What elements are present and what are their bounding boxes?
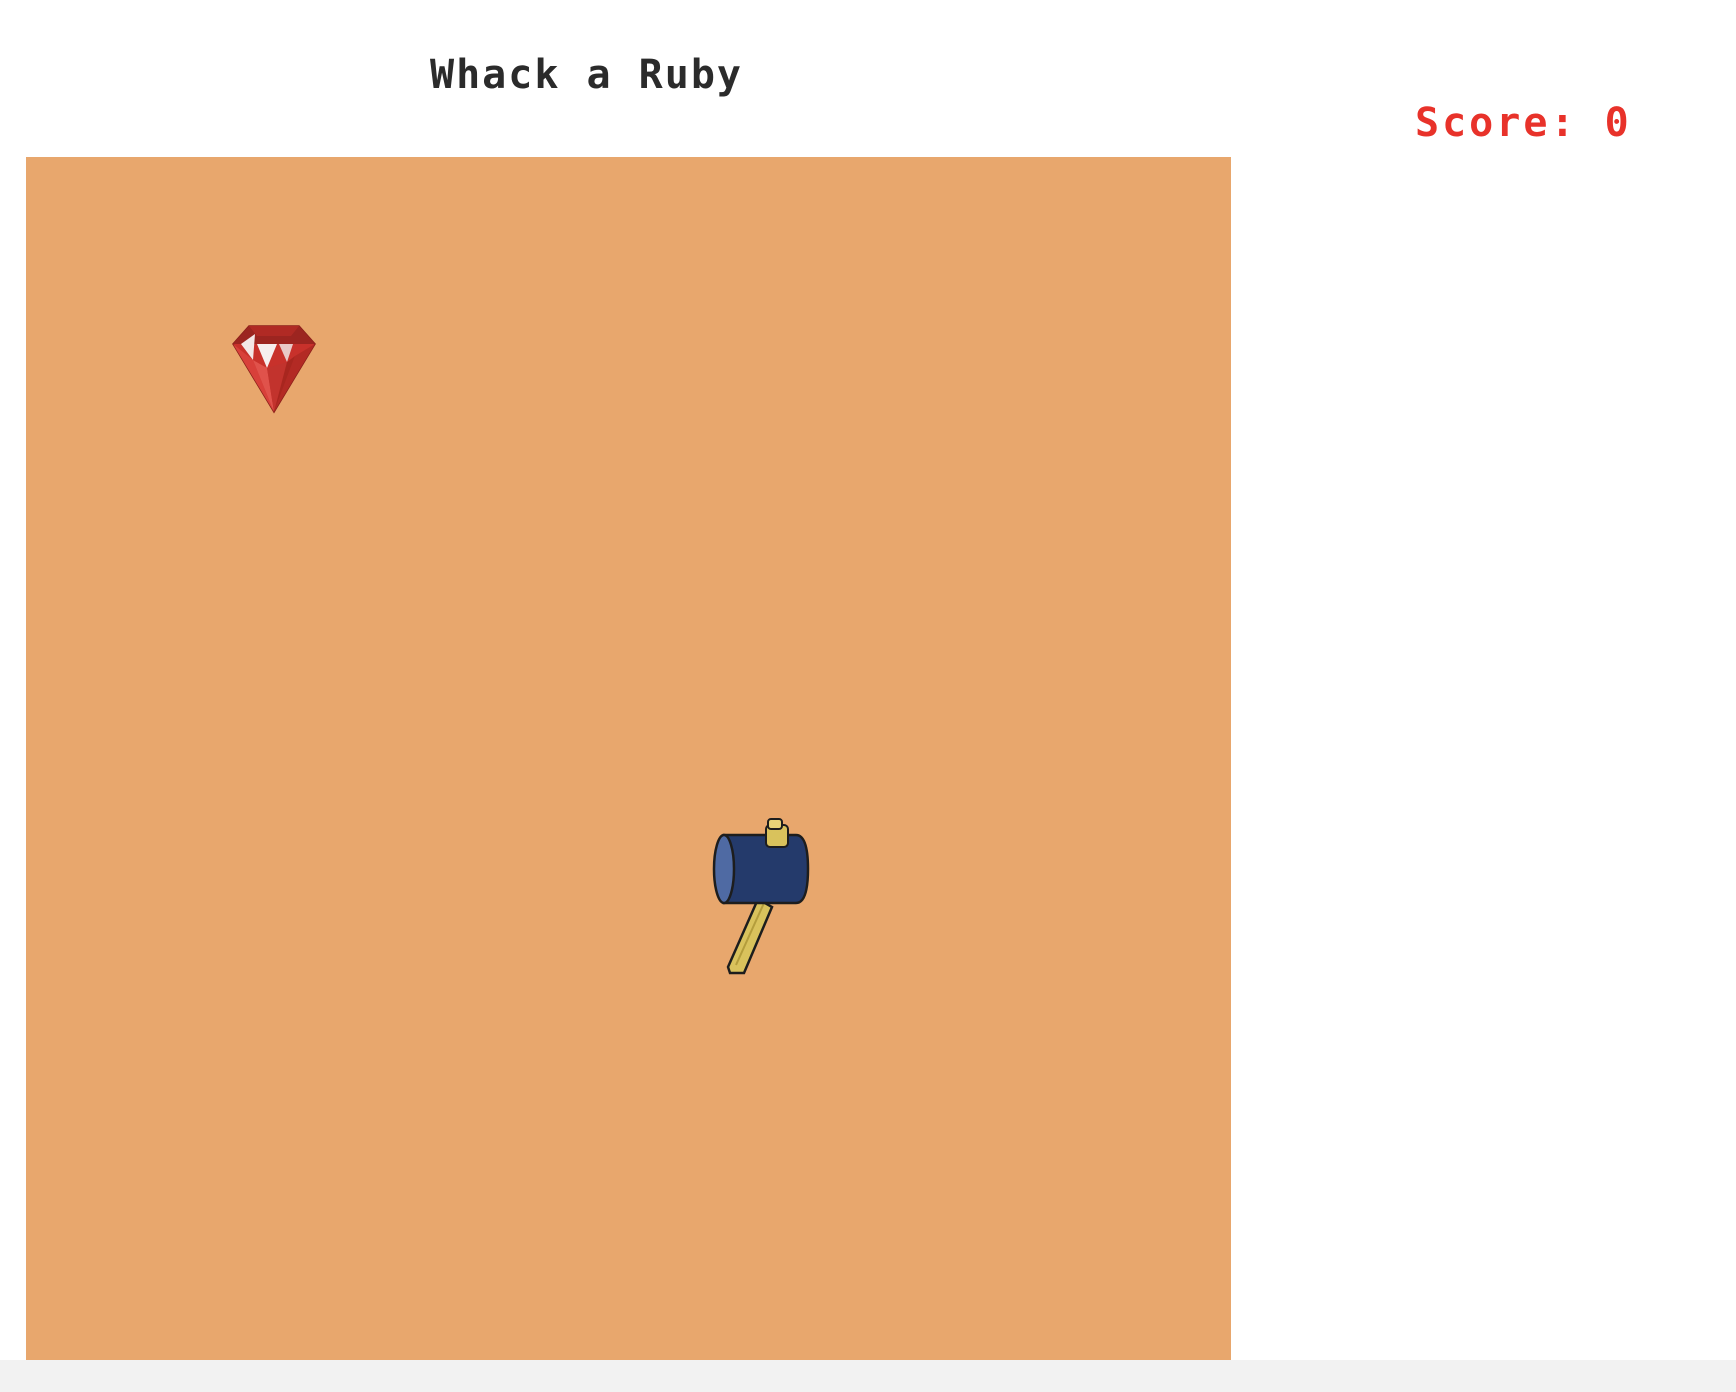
game-page: Whack a Ruby Score: 0 bbox=[0, 0, 1736, 1392]
browser-bottom-bar bbox=[0, 1360, 1736, 1392]
ruby-gem-icon[interactable] bbox=[219, 316, 329, 420]
game-title: Whack a Ruby bbox=[430, 52, 743, 98]
score-label: Score: bbox=[1415, 100, 1578, 146]
score-display: Score: 0 bbox=[1415, 100, 1632, 146]
game-field[interactable] bbox=[26, 157, 1231, 1360]
hammer-cursor-icon bbox=[712, 818, 810, 975]
score-value: 0 bbox=[1604, 100, 1632, 146]
